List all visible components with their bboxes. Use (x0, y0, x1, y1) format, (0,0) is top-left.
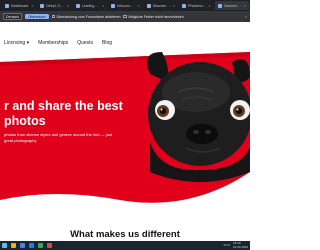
browser-tab-strip: Dashboard×Deepl, Übersetzer×Landing Page… (0, 0, 250, 11)
translate-bar: Deutsch Übersetzen Übersetzung vom Formu… (0, 11, 250, 22)
favicon-icon (146, 3, 151, 8)
tab-title: Discover and s... (223, 3, 242, 8)
mail-icon[interactable] (29, 243, 34, 248)
close-icon[interactable]: × (244, 4, 246, 8)
tab-title: fotocommunity... (117, 3, 135, 8)
tab-title: Discover and s... (152, 3, 171, 8)
browser-tab[interactable]: Discover and s...× (214, 1, 249, 10)
close-icon[interactable]: × (31, 4, 33, 8)
favicon-icon (217, 3, 222, 8)
close-icon[interactable]: × (245, 14, 247, 19)
favicon-icon (75, 3, 80, 8)
close-icon[interactable]: × (173, 4, 175, 8)
browser-tab[interactable]: Landing Page C...× (73, 1, 107, 10)
hero-title: r and share the best photos (4, 99, 123, 128)
close-icon[interactable]: × (138, 4, 140, 8)
tab-title: Landing Page C... (81, 3, 100, 8)
browser-tab[interactable]: Dashboard × (2, 1, 36, 10)
tab-title: Deepl, Übersetzer (46, 3, 64, 8)
tab-title: Photobucket | P... (188, 3, 207, 8)
close-icon[interactable]: × (208, 4, 210, 8)
translate-button[interactable]: Übersetzen (25, 13, 49, 20)
favicon-icon (40, 3, 45, 8)
app-icon[interactable] (47, 243, 52, 248)
file-explorer-icon[interactable] (11, 243, 16, 248)
browser-tab[interactable]: Deepl, Übersetzer× (37, 1, 71, 10)
browser-tab[interactable]: Photobucket | P...× (179, 1, 213, 10)
checkbox-label: Übersetzung vom Formularen aktivieren (56, 14, 121, 19)
favicon-icon (111, 3, 116, 8)
close-icon[interactable]: × (102, 4, 104, 8)
form-translate-checkbox[interactable]: Übersetzung vom Formularen aktivieren (51, 14, 121, 19)
os-taskbar: 12°C 15:30 21.04.2023 (0, 241, 250, 250)
section-title: What makes us different (70, 229, 180, 240)
weather-label[interactable]: 12°C (223, 243, 230, 247)
tab-title: Dashboard (11, 3, 29, 8)
checkbox-box[interactable] (51, 14, 56, 19)
chrome-icon[interactable] (20, 243, 25, 248)
app-icon[interactable] (38, 243, 43, 248)
web-page: Licensing ▾ Memberships Quests Blog r an… (0, 22, 250, 241)
browser-tab[interactable]: fotocommunity...× (108, 1, 142, 10)
checkbox-label: Mögliche Fehler nicht hervorheben (128, 14, 184, 19)
close-icon[interactable]: × (67, 4, 69, 8)
clock[interactable]: 15:30 21.04.2023 (232, 241, 248, 249)
favicon-icon (182, 3, 187, 8)
clock-date: 21.04.2023 (232, 244, 248, 249)
start-icon[interactable] (2, 243, 7, 248)
highlight-errors-checkbox[interactable]: Mögliche Fehler nicht hervorheben (123, 14, 184, 19)
checkbox-box[interactable] (123, 14, 127, 19)
favicon-icon (5, 3, 9, 8)
browser-tab[interactable]: Discover and s...× (144, 1, 178, 10)
hero-subtitle: photos from diverse styles and genres ar… (4, 132, 113, 143)
language-select[interactable]: Deutsch (3, 13, 23, 20)
